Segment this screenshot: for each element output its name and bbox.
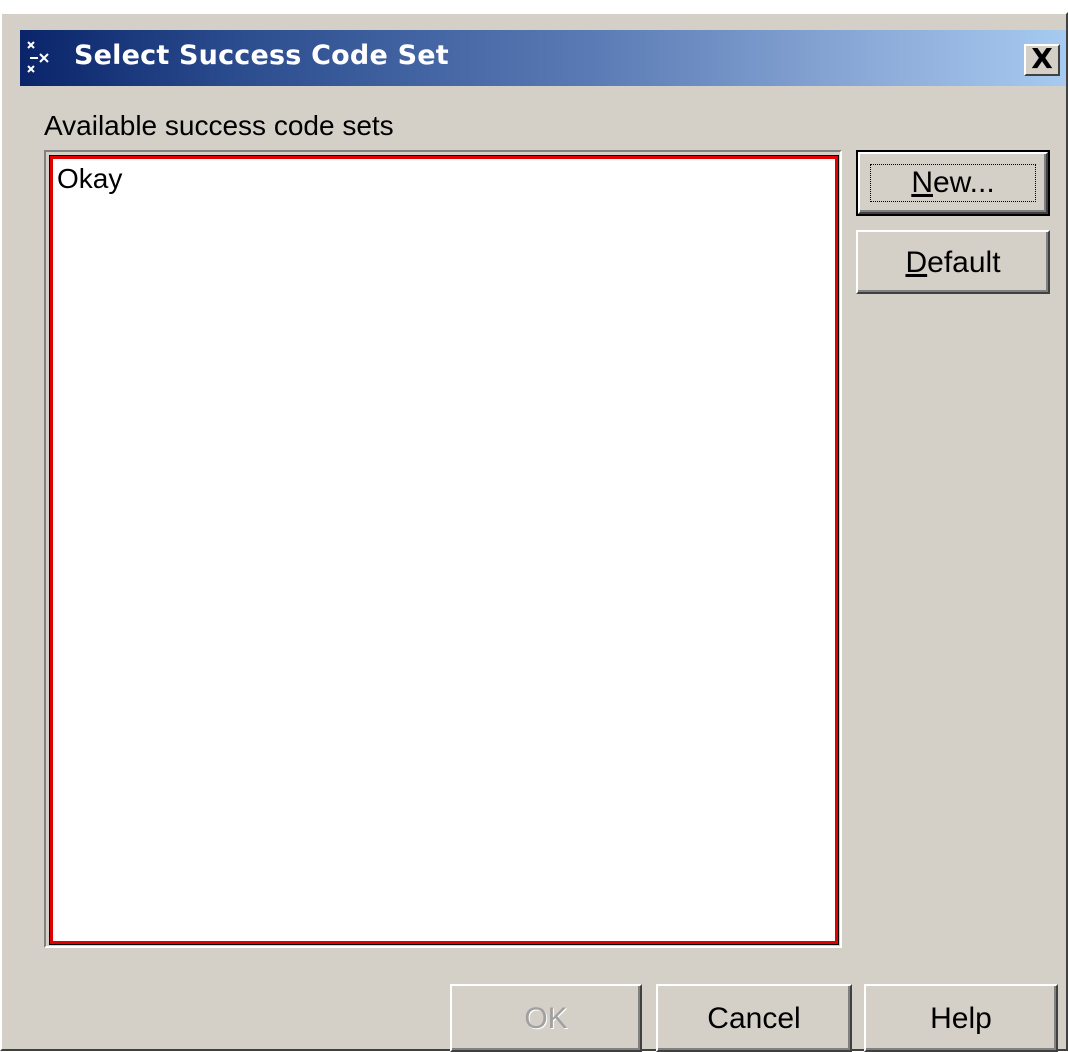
default-button-label: Default (905, 246, 1001, 279)
new-button-label: New... (911, 166, 995, 199)
window-title: Select Success Code Set (74, 40, 449, 71)
list-label: Available success code sets (44, 110, 394, 141)
close-icon: X (1031, 42, 1053, 75)
help-button-label: Help (930, 1002, 992, 1035)
new-button[interactable]: New... (856, 150, 1050, 216)
ok-button[interactable]: OK (450, 984, 642, 1052)
cancel-button-label: Cancel (707, 1002, 801, 1035)
default-button[interactable]: Default (856, 230, 1050, 294)
cancel-button[interactable]: Cancel (656, 984, 852, 1052)
title-bar[interactable]: Select Success Code Set X (20, 30, 1066, 86)
help-button[interactable]: Help (864, 984, 1058, 1052)
list-item[interactable]: Okay (57, 163, 122, 195)
dialog-window: Select Success Code Set X Available succ… (0, 12, 1068, 1052)
close-button[interactable]: X (1024, 44, 1060, 76)
app-window-icon (24, 40, 58, 74)
ok-button-label: OK (524, 1002, 568, 1035)
success-code-set-list[interactable]: Okay (49, 155, 839, 945)
